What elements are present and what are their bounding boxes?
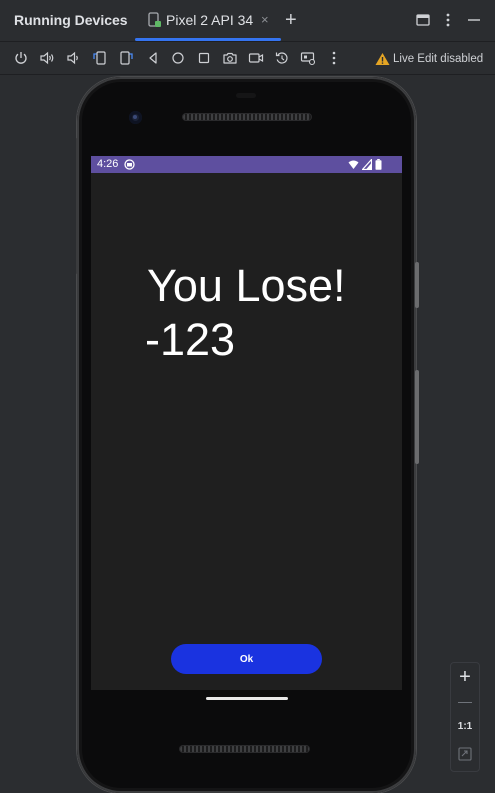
frame-edge-left xyxy=(76,138,78,274)
rotate-right-icon[interactable] xyxy=(118,50,134,66)
volume-side-button xyxy=(415,370,419,464)
volume-up-icon[interactable] xyxy=(39,50,55,66)
status-icons xyxy=(348,159,382,170)
live-edit-status[interactable]: Live Edit disabled xyxy=(375,51,483,67)
panel-title: Running Devices xyxy=(14,12,128,28)
ok-button[interactable]: Ok xyxy=(171,644,322,674)
more-icon[interactable] xyxy=(326,50,342,66)
result-title: You Lose! xyxy=(147,260,346,311)
top-speaker xyxy=(183,114,311,120)
tab-pixel-2-api-34[interactable]: Pixel 2 API 34 × xyxy=(135,0,281,41)
power-icon[interactable] xyxy=(13,50,29,66)
warning-icon xyxy=(375,53,390,65)
title-bar: Running Devices Pixel 2 API 34 × + xyxy=(0,0,495,42)
zoom-out-button[interactable] xyxy=(458,702,472,703)
device-screen[interactable]: 4:26 You Lose! -123 Ok xyxy=(91,156,402,690)
minimize-icon[interactable] xyxy=(466,12,482,28)
live-edit-label: Live Edit disabled xyxy=(393,53,484,65)
layout-icon[interactable] xyxy=(415,12,431,28)
screen-record-icon[interactable] xyxy=(248,50,264,66)
volume-down-icon[interactable] xyxy=(65,50,81,66)
actual-size-button[interactable]: 1:1 xyxy=(451,721,479,732)
notification-icon xyxy=(124,159,135,170)
device-settings-icon[interactable] xyxy=(300,50,316,66)
status-time: 4:26 xyxy=(97,158,119,170)
proximity-sensor xyxy=(236,93,256,98)
power-side-button xyxy=(415,262,419,308)
rotate-left-icon[interactable] xyxy=(92,50,108,66)
camera-icon[interactable] xyxy=(222,50,238,66)
add-tab-button[interactable]: + xyxy=(285,8,297,32)
options-menu-icon[interactable] xyxy=(440,12,456,28)
bottom-speaker xyxy=(180,746,309,752)
close-icon[interactable]: × xyxy=(261,12,269,27)
zoom-in-button[interactable]: + xyxy=(451,665,479,689)
result-score: -123 xyxy=(145,314,236,365)
zoom-to-fit-icon[interactable] xyxy=(458,747,472,761)
tab-label: Pixel 2 API 34 xyxy=(166,12,254,28)
home-indicator[interactable] xyxy=(206,697,288,700)
back-icon[interactable] xyxy=(145,50,161,66)
battery-icon xyxy=(375,159,382,170)
wifi-icon xyxy=(348,160,359,169)
zoom-controls: + 1:1 xyxy=(450,662,480,772)
active-tab-indicator xyxy=(135,38,281,41)
home-icon[interactable] xyxy=(170,50,186,66)
signal-icon xyxy=(362,159,372,170)
undo-icon[interactable] xyxy=(274,50,290,66)
status-bar: 4:26 xyxy=(91,156,402,173)
device-icon xyxy=(148,12,161,27)
device-toolbar: Live Edit disabled xyxy=(0,42,495,75)
front-camera xyxy=(129,111,142,124)
overview-icon[interactable] xyxy=(196,50,212,66)
